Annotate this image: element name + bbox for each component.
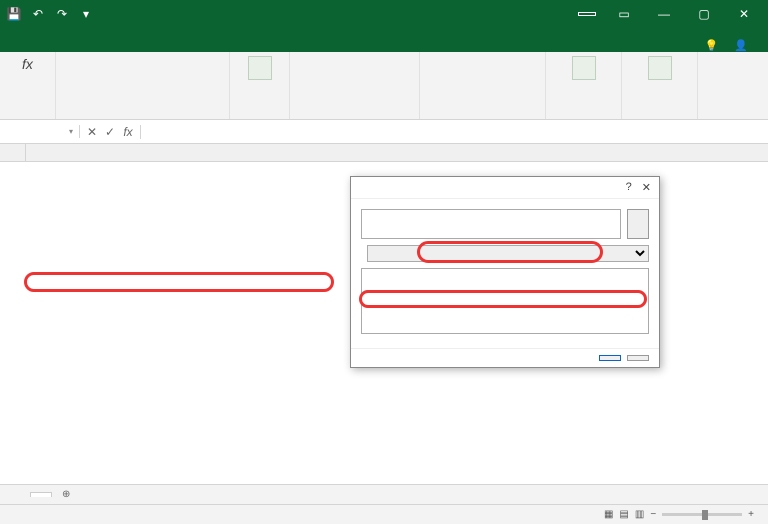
fx-icon[interactable]: fx bbox=[120, 125, 136, 139]
group-formula-auditing bbox=[426, 116, 539, 117]
formula-input[interactable] bbox=[141, 130, 768, 134]
ribbon-tabs: 💡 👤 bbox=[0, 28, 768, 52]
maximize-icon[interactable]: ▢ bbox=[684, 0, 724, 28]
zoom-in-icon[interactable]: + bbox=[748, 509, 754, 520]
undo-icon[interactable]: ↶ bbox=[28, 4, 48, 24]
minimize-icon[interactable]: — bbox=[644, 0, 684, 28]
status-bar: ▦ ▤ ▥ − + bbox=[0, 504, 768, 524]
highlight-oval-cell bbox=[24, 272, 334, 292]
window-controls: ▭ — ▢ ✕ bbox=[604, 0, 764, 28]
quick-access-toolbar: 💾 ↶ ↷ ▾ bbox=[4, 4, 96, 24]
group-defined-names bbox=[296, 116, 413, 117]
search-function-input[interactable] bbox=[361, 209, 621, 239]
sheet-tabs: ⊕ bbox=[0, 484, 768, 504]
category-select[interactable] bbox=[367, 245, 649, 262]
sheet-tab[interactable] bbox=[30, 492, 52, 497]
dialog-help-icon[interactable]: ? bbox=[626, 181, 632, 194]
cancel-formula-icon[interactable]: ✕ bbox=[84, 125, 100, 139]
select-all-corner[interactable] bbox=[0, 144, 26, 161]
watch-window-button[interactable] bbox=[552, 54, 615, 84]
name-box[interactable]: ▾ bbox=[0, 125, 80, 138]
find-button[interactable] bbox=[627, 209, 649, 239]
enter-formula-icon[interactable]: ✓ bbox=[102, 125, 118, 139]
formula-bar: ▾ ✕ ✓ fx bbox=[0, 120, 768, 144]
name-manager-button[interactable] bbox=[236, 54, 283, 84]
share-icon: 👤 bbox=[734, 39, 748, 52]
dialog-close-icon[interactable]: ✕ bbox=[642, 181, 651, 194]
view-normal-icon[interactable]: ▦ bbox=[604, 509, 613, 520]
tell-me-icon: 💡 bbox=[705, 39, 719, 52]
calc-options-button[interactable] bbox=[628, 54, 691, 84]
group-calculation bbox=[628, 116, 691, 117]
ribbon: fx bbox=[0, 52, 768, 120]
login-button[interactable] bbox=[578, 12, 596, 16]
ribbon-options-icon[interactable]: ▭ bbox=[604, 0, 644, 28]
name-manager-icon bbox=[248, 56, 272, 80]
group-function-library bbox=[62, 116, 223, 117]
insert-function-button[interactable]: fx bbox=[6, 54, 49, 76]
titlebar: 💾 ↶ ↷ ▾ ▭ — ▢ ✕ bbox=[0, 0, 768, 28]
close-icon[interactable]: ✕ bbox=[724, 0, 764, 28]
redo-icon[interactable]: ↷ bbox=[52, 4, 72, 24]
calc-options-icon bbox=[648, 56, 672, 80]
view-page-icon[interactable]: ▤ bbox=[619, 509, 628, 520]
zoom-out-icon[interactable]: − bbox=[650, 509, 656, 520]
function-list[interactable] bbox=[361, 268, 649, 334]
cancel-button[interactable] bbox=[627, 355, 649, 361]
new-sheet-button[interactable]: ⊕ bbox=[56, 487, 76, 502]
zoom-slider[interactable] bbox=[662, 513, 742, 516]
watch-window-icon bbox=[572, 56, 596, 80]
ok-button[interactable] bbox=[599, 355, 621, 361]
view-break-icon[interactable]: ▥ bbox=[635, 509, 644, 520]
qat-dropdown-icon[interactable]: ▾ bbox=[76, 4, 96, 24]
save-icon[interactable]: 💾 bbox=[4, 4, 24, 24]
insert-function-dialog: ? ✕ bbox=[350, 176, 660, 368]
